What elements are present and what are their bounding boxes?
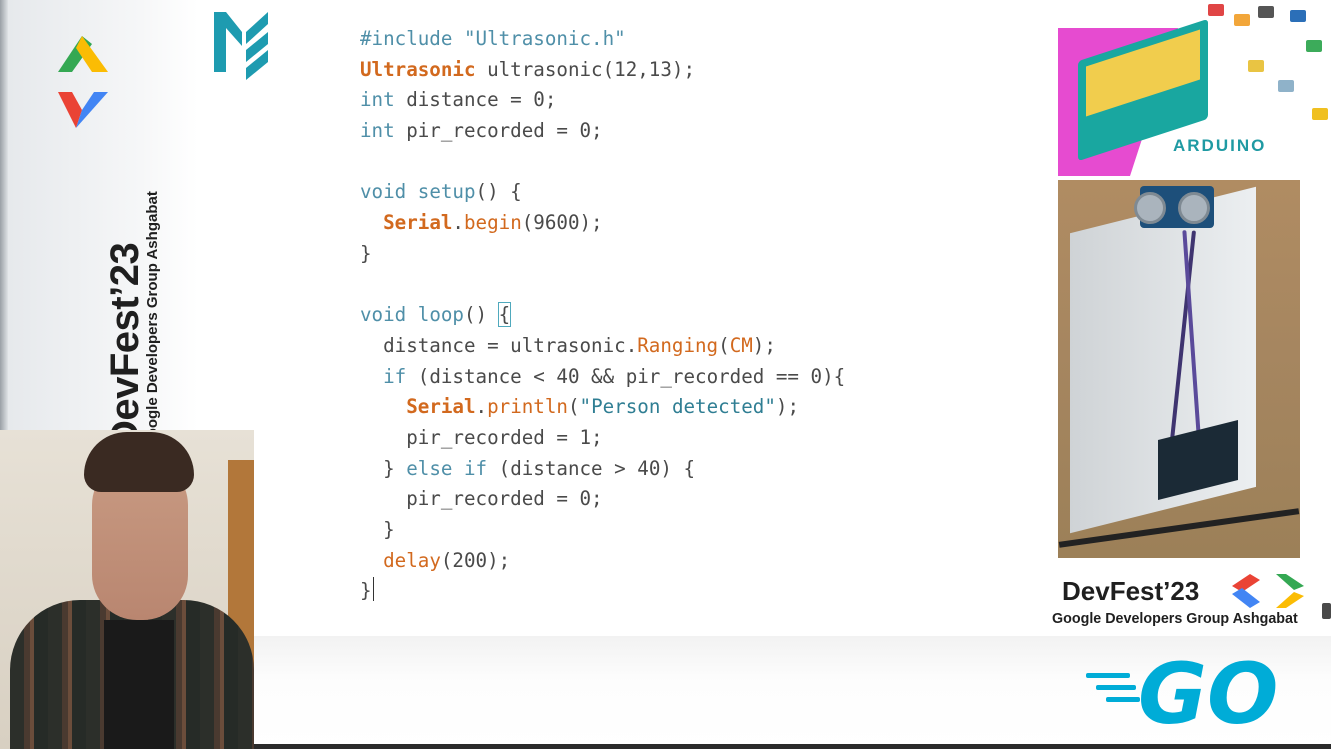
- text-caret: [372, 577, 374, 602]
- ultrasonic-sensor-photo: [1058, 180, 1300, 558]
- code-line[interactable]: }: [360, 239, 845, 270]
- code-token: }: [360, 518, 395, 541]
- code-line[interactable]: distance = ultrasonic.Ranging(CM);: [360, 331, 845, 362]
- code-token: .: [452, 211, 464, 235]
- code-line[interactable]: int pir_recorded = 0;: [360, 116, 845, 147]
- code-token: CM: [729, 333, 753, 357]
- code-token: );: [752, 333, 776, 357]
- code-token: (: [718, 333, 730, 357]
- code-line[interactable]: int distance = 0;: [360, 85, 845, 116]
- code-token: pir_recorded = 1;: [360, 425, 603, 449]
- code-token: distance = ultrasonic.: [360, 333, 638, 357]
- code-line[interactable]: #include "Ultrasonic.h": [360, 24, 845, 55]
- scroll-indicator[interactable]: [1322, 603, 1331, 619]
- code-token: }: [360, 579, 372, 603]
- code-line[interactable]: if (distance < 40 && pir_recorded == 0){: [360, 362, 845, 393]
- code-token: loop: [406, 303, 464, 327]
- code-line[interactable]: } else if (distance > 40) {: [360, 454, 845, 485]
- devfest-title: DevFest’23: [103, 242, 147, 449]
- code-line[interactable]: void setup() {: [360, 177, 845, 208]
- devfest-card: DevFest’23 Google Developers Group Ashga…: [1048, 568, 1328, 634]
- m-logo-icon: [214, 12, 268, 80]
- code-token: println: [487, 395, 568, 419]
- code-token: pir_recorded = 0;: [360, 487, 603, 511]
- code-token: );: [775, 395, 800, 419]
- bottom-bar: [254, 744, 1331, 749]
- code-token: void: [360, 180, 407, 204]
- devfest-vertical-logo: DevFest’23 Google Developers Group Ashga…: [52, 30, 162, 449]
- code-token: pir_recorded = 0;: [394, 119, 603, 143]
- code-line[interactable]: pir_recorded = 0;: [360, 484, 845, 515]
- code-line[interactable]: Ultrasonic ultrasonic(12,13);: [360, 55, 845, 86]
- code-token: (9600);: [521, 211, 603, 235]
- svg-text:GO: GO: [1138, 645, 1278, 735]
- code-token: }: [360, 241, 372, 265]
- code-line[interactable]: [360, 270, 845, 301]
- code-line[interactable]: }: [360, 515, 845, 546]
- code-token: #include "Ultrasonic.h": [360, 27, 626, 50]
- code-token: "Person detected": [579, 395, 776, 419]
- go-logo-icon: GO: [1086, 645, 1278, 735]
- code-token: setup: [406, 180, 476, 204]
- code-line[interactable]: Serial.begin(9600);: [360, 208, 845, 239]
- devfest-brackets-icon: [1232, 574, 1304, 608]
- code-editor[interactable]: #include "Ultrasonic.h" Ultrasonic ultras…: [360, 24, 845, 607]
- code-token: {: [497, 302, 512, 328]
- code-token: if: [383, 364, 407, 388]
- arduino-image: ARDUINO: [1058, 0, 1331, 177]
- code-token: .: [475, 395, 488, 419]
- devfest-card-subtitle: Google Developers Group Ashgabat: [1052, 611, 1298, 627]
- code-token: else if: [406, 456, 488, 480]
- code-token: int: [360, 119, 395, 143]
- code-line[interactable]: }: [360, 576, 845, 607]
- code-token: (distance < 40 && pir_recorded == 0){: [406, 364, 846, 388]
- code-token: (distance > 40) {: [487, 456, 696, 480]
- code-token: distance = 0;: [394, 88, 557, 112]
- code-token: (: [567, 395, 580, 419]
- code-token: void: [360, 303, 407, 327]
- code-token: Ultrasonic: [360, 57, 476, 81]
- code-token: Serial: [383, 211, 453, 235]
- slide-screen: DevFest’23 Google Developers Group Ashga…: [0, 0, 1331, 749]
- code-token: Serial: [406, 395, 476, 419]
- presenter-webcam: [0, 430, 254, 749]
- code-line[interactable]: void loop() {: [360, 300, 845, 331]
- code-token: Ranging: [637, 333, 719, 357]
- code-token: begin: [463, 211, 522, 235]
- devfest-vertical-text: DevFest’23 Google Developers Group Ashga…: [103, 119, 161, 449]
- code-token: delay: [383, 548, 441, 572]
- devfest-subtitle: Google Developers Group Ashgabat: [144, 191, 161, 449]
- code-token: ultrasonic(12,13);: [475, 57, 696, 81]
- arduino-label: ARDUINO: [1173, 136, 1267, 155]
- devfest-card-title: DevFest’23: [1062, 576, 1200, 606]
- code-line[interactable]: delay(200);: [360, 546, 845, 577]
- code-line[interactable]: pir_recorded = 1;: [360, 423, 845, 454]
- code-token: int: [360, 88, 395, 112]
- code-line[interactable]: [360, 147, 845, 178]
- code-token: (): [463, 303, 499, 327]
- code-token: }: [360, 456, 407, 480]
- code-token: () {: [475, 180, 522, 204]
- code-token: (200);: [440, 548, 511, 572]
- code-line[interactable]: Serial.println("Person detected");: [360, 392, 845, 423]
